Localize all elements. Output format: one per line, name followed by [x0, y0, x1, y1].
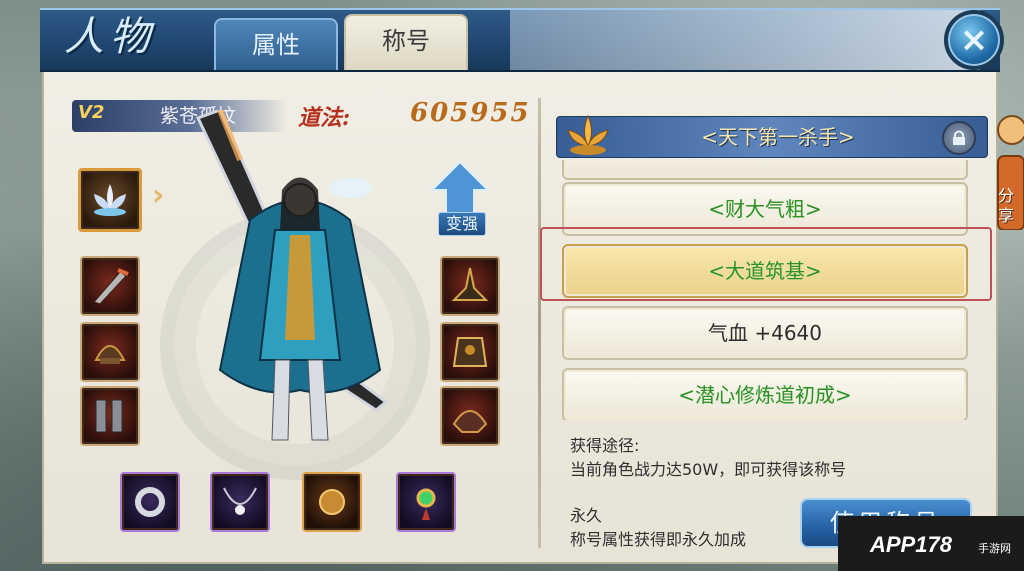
equip-slot-armor[interactable]	[440, 322, 500, 382]
panel-divider	[538, 98, 541, 548]
title-list-item-selected[interactable]: <大道筑基>	[562, 244, 968, 298]
title-stat-label: 气血 +4640	[707, 321, 822, 345]
title-list[interactable]: <财大气粗> <大道筑基> 气血 +4640 <潜心修炼道初成>	[556, 160, 976, 420]
header-scenery	[510, 10, 980, 70]
watermark-logo: APP178	[870, 532, 952, 557]
equip-slot-pendant[interactable]	[396, 472, 456, 532]
title-list-item-label: <财大气粗>	[708, 197, 822, 221]
daofa-value: 605955	[410, 98, 531, 128]
shoulder-icon	[452, 410, 488, 433]
equip-slot-amulet[interactable]	[302, 472, 362, 532]
title-list-item-label: <大道筑基>	[708, 259, 822, 283]
boots-icon	[95, 399, 123, 433]
source-label: 获得途径:	[570, 436, 640, 455]
title-list-item[interactable]	[562, 160, 968, 180]
equip-slot-weapon[interactable]	[80, 256, 140, 316]
share-label[interactable]: 分享	[998, 186, 1020, 226]
title-list-item[interactable]: <财大气粗>	[562, 182, 968, 236]
equip-slot-hat[interactable]	[440, 256, 500, 316]
chevron-right-icon: ›	[152, 178, 165, 213]
upgrade-label[interactable]: 变强	[438, 212, 486, 236]
duration-text: 称号属性获得即永久加成	[570, 530, 747, 549]
tab-attributes[interactable]: 属性	[214, 18, 338, 70]
title-stat-row: 气血 +4640	[562, 306, 968, 360]
lock-icon[interactable]	[942, 121, 976, 155]
tab-titles[interactable]: 称号	[344, 14, 468, 70]
hat-icon	[451, 267, 489, 301]
lotus-icon	[94, 184, 126, 216]
vip-badge: V2	[78, 102, 105, 123]
equip-slot-helmet[interactable]	[80, 322, 140, 382]
close-icon: ×	[959, 20, 989, 60]
source-text: 当前角色战力达50W，即可获得该称号	[570, 460, 847, 479]
armor-icon	[452, 337, 488, 367]
lotus-title-slot[interactable]	[78, 168, 142, 232]
watermark-subtitle: 手游网	[978, 542, 1011, 555]
pendant-icon	[416, 488, 436, 520]
lock-glyph-icon	[953, 130, 965, 145]
character-model	[195, 110, 389, 441]
weapon-icon	[93, 268, 129, 305]
equip-slot-necklace[interactable]	[210, 472, 270, 532]
lotus-icon	[567, 114, 609, 155]
necklace-icon	[223, 487, 257, 515]
equip-slot-shoulder[interactable]	[440, 386, 500, 446]
amulet-icon	[319, 489, 345, 515]
title-list-item-label: <潜心修炼道初成>	[678, 383, 852, 407]
page-title: 人物	[64, 14, 156, 60]
equip-slot-ring[interactable]	[120, 472, 180, 532]
duration-label: 永久	[570, 506, 603, 525]
equip-slot-boots[interactable]	[80, 386, 140, 446]
helmet-icon	[94, 345, 126, 364]
ring-icon	[135, 487, 165, 517]
title-list-item[interactable]: <潜心修炼道初成>	[562, 368, 968, 420]
close-button[interactable]: ×	[944, 10, 1004, 70]
current-title-text: <天下第一杀手>	[701, 125, 855, 149]
